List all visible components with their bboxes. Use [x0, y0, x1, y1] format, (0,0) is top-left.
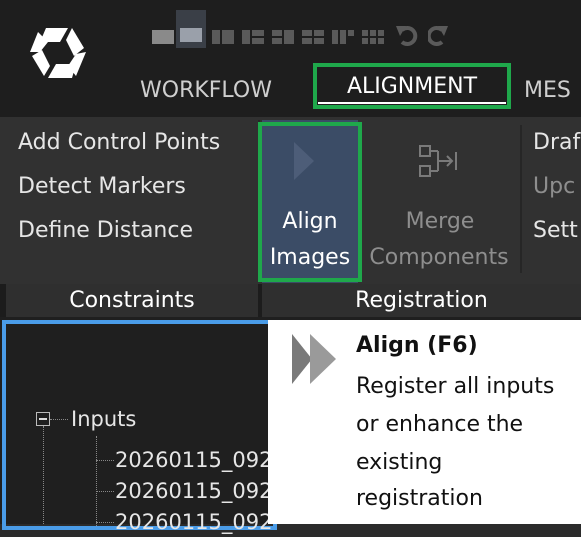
settings-button[interactable]: Sett — [533, 217, 578, 245]
draft-button[interactable]: Draf — [533, 129, 580, 157]
collapse-icon[interactable] — [36, 412, 50, 426]
tooltip-text: registration — [356, 486, 483, 511]
group-label-constraints: Constraints — [6, 284, 258, 317]
layout-icon-6[interactable] — [302, 26, 324, 48]
layout-icon-3[interactable] — [212, 26, 234, 48]
tree-line — [96, 436, 98, 526]
layout-icon-8[interactable] — [362, 26, 384, 48]
tree-line — [50, 419, 68, 421]
tree-item[interactable]: 20260115_092 — [115, 476, 272, 506]
update-button[interactable]: Upc — [533, 173, 575, 201]
tooltip-text: or enhance the — [356, 412, 524, 437]
double-arrow-icon — [292, 334, 336, 384]
layout-icon-2[interactable] — [176, 10, 206, 48]
define-distance-button[interactable]: Define Distance — [18, 217, 193, 245]
align-images-highlight — [258, 122, 362, 282]
ribbon-divider-2 — [520, 125, 522, 273]
tree-line — [96, 460, 114, 462]
tree-item[interactable]: 20260115_092 — [115, 507, 272, 537]
tree-line — [96, 491, 114, 493]
tooltip-text: Register all inputs — [356, 374, 555, 399]
layout-icon-5[interactable] — [272, 26, 294, 48]
tooltip-text: existing — [356, 450, 443, 475]
undo-icon[interactable] — [396, 24, 418, 48]
tab-mesh[interactable]: MES — [524, 76, 571, 106]
layout-icon-4[interactable] — [242, 26, 264, 48]
tree-node-inputs[interactable]: Inputs — [71, 404, 136, 434]
merge-components-label[interactable]: Merge — [395, 207, 485, 237]
tab-workflow[interactable]: WORKFLOW — [140, 76, 272, 106]
detect-markers-button[interactable]: Detect Markers — [18, 173, 186, 201]
group-label-registration: Registration — [262, 284, 581, 317]
layout-icon-1[interactable] — [152, 26, 174, 48]
app-logo-icon — [30, 28, 86, 78]
tree-line — [43, 426, 45, 524]
merge-components-icon — [419, 145, 457, 177]
active-tab-underline — [318, 102, 506, 104]
layout-icon-7[interactable] — [332, 26, 354, 48]
tree-item[interactable]: 20260115_092 — [115, 445, 272, 475]
merge-components-label-2[interactable]: Components — [354, 243, 524, 273]
add-control-points-button[interactable]: Add Control Points — [18, 129, 220, 157]
redo-icon[interactable] — [428, 24, 448, 48]
tooltip-title: Align (F6) — [356, 333, 478, 358]
